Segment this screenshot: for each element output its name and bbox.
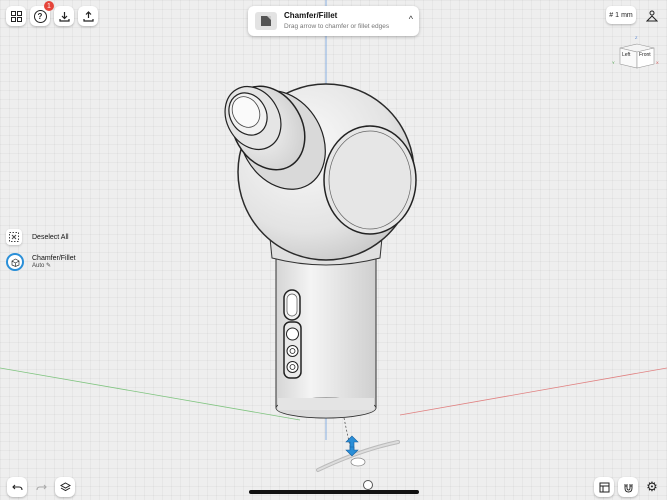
axis-x-line	[399, 367, 667, 416]
pencil-icon: ✎	[46, 263, 52, 269]
units-value: 1	[615, 11, 620, 19]
notification-badge: 1	[44, 1, 54, 11]
cube-axis-y: Y	[612, 60, 615, 65]
home-indicator	[249, 490, 419, 494]
chamfer-mode-value: Auto	[32, 263, 45, 269]
chamfer-tool-label: Chamfer/Fillet	[32, 255, 76, 262]
handle-buttons	[283, 289, 302, 379]
settings-button[interactable]: ⚙	[642, 477, 662, 497]
deselect-all-row[interactable]: Deselect All	[6, 229, 69, 245]
magnet-icon	[624, 483, 632, 492]
view-menu-button[interactable]	[642, 6, 662, 26]
pivot-icon[interactable]	[363, 480, 373, 490]
undo-icon	[11, 484, 23, 490]
download-icon	[58, 11, 70, 22]
3d-viewport[interactable]	[0, 0, 667, 500]
view-cube[interactable]: Left Front Z X Y	[612, 35, 662, 70]
deselect-icon	[6, 229, 22, 245]
upload-icon	[82, 10, 94, 22]
import-button[interactable]	[54, 6, 74, 26]
help-button[interactable]: ? 1	[30, 1, 54, 26]
gear-icon: ⚙	[646, 479, 658, 494]
side-face	[323, 125, 417, 235]
layers-icon	[59, 481, 71, 491]
hint-subtitle: Drag arrow to chamfer or fillet edges	[284, 23, 390, 30]
export-button[interactable]	[78, 6, 98, 26]
library-icon	[599, 482, 609, 492]
chamfer-tool-row[interactable]: Chamfer/Fillet Auto ✎	[6, 253, 76, 271]
hint-title: Chamfer/Fillet	[284, 11, 338, 20]
deselect-all-label: Deselect All	[32, 233, 69, 241]
cube-face-front: Front	[639, 52, 651, 58]
chamfer-mode-label[interactable]: Auto ✎	[32, 262, 76, 269]
axis-y-line	[0, 367, 301, 421]
chevron-up-icon[interactable]: ^	[409, 14, 413, 24]
units-button[interactable]: # 1 mm	[606, 6, 636, 24]
redo-button[interactable]	[31, 477, 51, 497]
cube-axis-z: Z	[635, 35, 638, 40]
chamfer-tool-icon	[6, 253, 24, 271]
grid-icon	[10, 10, 22, 22]
chamfer-thumbnail-icon	[255, 12, 277, 30]
layers-button[interactable]	[55, 477, 75, 497]
redo-icon	[35, 484, 47, 490]
tool-hint-panel[interactable]: Chamfer/Fillet Drag arrow to chamfer or …	[248, 6, 419, 36]
chamfer-drag-handle	[316, 417, 400, 472]
cube-face-left: Left	[622, 52, 631, 58]
undo-button[interactable]	[7, 477, 27, 497]
hash-icon: #	[609, 11, 614, 19]
library-button[interactable]	[594, 477, 614, 497]
cube-axis-x: X	[656, 60, 659, 65]
person-view-icon	[646, 10, 658, 22]
grid-menu-button[interactable]	[6, 6, 26, 26]
magnet-button[interactable]	[618, 477, 638, 497]
units-unit: mm	[621, 11, 633, 19]
help-icon: ?	[33, 9, 47, 23]
